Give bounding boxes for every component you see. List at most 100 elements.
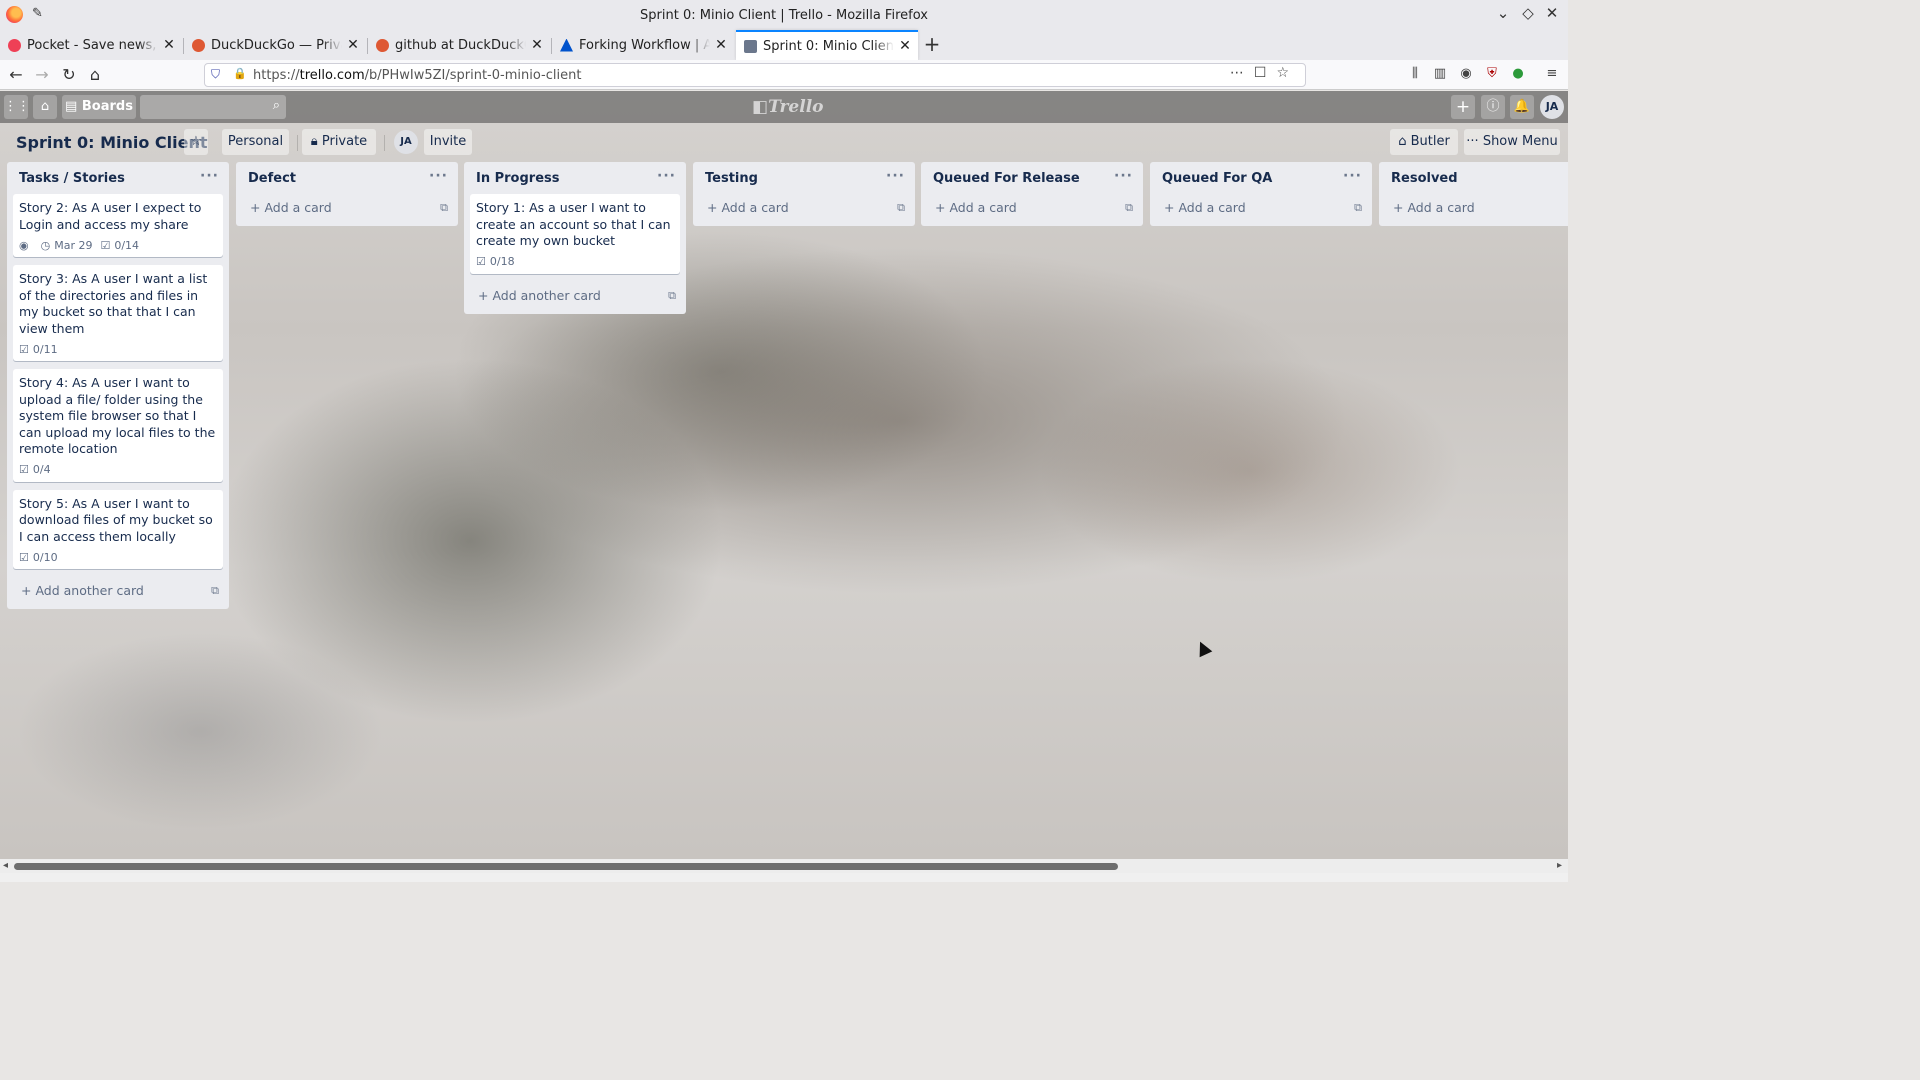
list-menu-icon[interactable]: ···: [200, 168, 219, 184]
list-title[interactable]: In Progress: [476, 171, 560, 186]
maximize-icon[interactable]: ◇: [1517, 4, 1539, 22]
board-horizontal-scrollbar[interactable]: ◂ ▸: [0, 859, 1568, 873]
card[interactable]: Story 5: As A user I want to download fi…: [13, 489, 223, 569]
checklist-icon: ☑: [19, 463, 29, 476]
show-menu-button[interactable]: ··· Show Menu: [1464, 129, 1560, 155]
card[interactable]: Story 2: As A user I expect to Login and…: [13, 194, 223, 257]
list-title[interactable]: Queued For Release: [933, 171, 1080, 186]
list-title[interactable]: Resolved: [1391, 171, 1458, 186]
card[interactable]: Story 4: As A user I want to upload a fi…: [13, 369, 223, 482]
list-header[interactable]: Testing ···: [693, 162, 915, 194]
address-bar[interactable]: ⛉ 🔒 https://trello.com/b/PHwIw5ZI/sprint…: [204, 63, 1306, 87]
close-tab-icon[interactable]: ✕: [898, 38, 912, 54]
tab-pocket[interactable]: Pocket - Save news, videos ✕: [0, 30, 182, 60]
privacy-button[interactable]: 🔒︎ Private: [302, 129, 376, 155]
add-card-button[interactable]: + Add a card: [1383, 194, 1568, 224]
info-icon[interactable]: ⓘ: [1481, 95, 1505, 119]
list-header[interactable]: Queued For Release ···: [921, 162, 1143, 194]
add-card-button[interactable]: + Add a card ⧉: [1154, 194, 1368, 224]
card[interactable]: Story 1: As a user I want to create an a…: [470, 194, 680, 274]
notifications-bell-icon[interactable]: 🔔: [1510, 95, 1534, 119]
star-board-icon[interactable]: ☆: [184, 129, 208, 155]
forward-icon[interactable]: →: [31, 64, 53, 86]
trello-header: ⋮⋮ ⌂ ▤ Boards ⌕ ◧Trello + ⓘ 🔔 JA: [0, 91, 1568, 123]
tab-label: DuckDuckGo — Privacy: [211, 37, 342, 53]
team-visibility-button[interactable]: Personal: [222, 129, 289, 155]
list-header[interactable]: Defect ···: [236, 162, 458, 194]
card[interactable]: Story 3: As A user I want a list of the …: [13, 265, 223, 361]
tab-sprint-board[interactable]: Sprint 0: Minio Client ✕: [736, 30, 918, 60]
list-menu-icon[interactable]: ···: [886, 168, 905, 184]
add-card-button[interactable]: + Add a card ⧉: [697, 194, 911, 224]
add-card-button[interactable]: + Add another card ⧉: [468, 282, 682, 312]
minimize-icon[interactable]: ⌄: [1492, 4, 1514, 22]
window-titlebar: ✎ Sprint 0: Minio Client | Trello - Mozi…: [0, 0, 1568, 30]
add-card-button[interactable]: + Add another card ⧉: [11, 577, 225, 607]
home-icon[interactable]: ⌂: [84, 64, 106, 86]
card-template-icon[interactable]: ⧉: [440, 201, 448, 215]
checklist-badge: ☑ 0/14: [100, 239, 139, 252]
extension-icon[interactable]: ●: [1509, 66, 1527, 81]
close-tab-icon[interactable]: ✕: [530, 37, 544, 53]
list-header[interactable]: Resolved: [1379, 162, 1568, 194]
card-template-icon[interactable]: ⧉: [668, 289, 676, 303]
reload-icon[interactable]: ↻: [58, 64, 80, 86]
list-title[interactable]: Queued For QA: [1162, 171, 1272, 186]
checklist-count: 0/14: [114, 238, 140, 252]
card-template-icon[interactable]: ⧉: [897, 201, 905, 215]
list-menu-icon[interactable]: ···: [429, 168, 448, 184]
tab-duckduckgo[interactable]: DuckDuckGo — Privacy ✕: [184, 30, 366, 60]
add-card-button[interactable]: + Add a card ⧉: [925, 194, 1139, 224]
list-header[interactable]: Queued For QA ···: [1150, 162, 1372, 194]
trello-logo[interactable]: ◧Trello: [752, 97, 824, 117]
card-title: Story 2: As A user I expect to Login and…: [19, 200, 202, 232]
menu-icon[interactable]: ≡: [1543, 66, 1561, 81]
invite-button[interactable]: Invite: [424, 129, 472, 155]
atlassian-favicon-icon: [560, 38, 573, 52]
account-icon[interactable]: ◉: [1457, 66, 1475, 81]
list-header[interactable]: Tasks / Stories ···: [7, 162, 229, 194]
list-title[interactable]: Testing: [705, 171, 758, 186]
board-title[interactable]: Sprint 0: Minio Client: [16, 133, 208, 152]
create-icon[interactable]: +: [1451, 95, 1475, 119]
close-window-icon[interactable]: ✕: [1541, 4, 1563, 22]
add-card-label: Add a card: [949, 200, 1017, 215]
close-tab-icon[interactable]: ✕: [346, 37, 360, 53]
plus-icon: +: [935, 200, 950, 215]
tab-github-search[interactable]: github at DuckDuckGo ✕: [368, 30, 550, 60]
list-menu-icon[interactable]: ···: [1114, 168, 1133, 184]
boards-button[interactable]: ▤ Boards: [62, 95, 136, 119]
list-header[interactable]: In Progress ···: [464, 162, 686, 194]
scroll-right-icon[interactable]: ▸: [1557, 859, 1562, 873]
tab-forking-workflow[interactable]: Forking Workflow | Atlassian ✕: [552, 30, 734, 60]
user-avatar[interactable]: JA: [1540, 95, 1564, 119]
card-title: Story 3: As A user I want a list of the …: [19, 271, 208, 336]
list-title[interactable]: Tasks / Stories: [19, 171, 125, 186]
tracking-shield-icon[interactable]: ⛉: [211, 67, 220, 82]
list-title[interactable]: Defect: [248, 171, 296, 186]
close-tab-icon[interactable]: ✕: [714, 37, 728, 53]
card-template-icon[interactable]: ⧉: [1125, 201, 1133, 215]
home-button-icon[interactable]: ⌂: [33, 95, 57, 119]
sidebar-icon[interactable]: ▥: [1431, 66, 1449, 81]
library-icon[interactable]: ⫼: [1406, 66, 1424, 81]
card-template-icon[interactable]: ⧉: [1354, 201, 1362, 215]
card-badges: ☑ 0/18: [476, 254, 674, 270]
scroll-left-icon[interactable]: ◂: [3, 859, 8, 873]
add-card-button[interactable]: + Add a card ⧉: [240, 194, 454, 224]
ublock-icon[interactable]: ⛨: [1483, 66, 1501, 81]
new-tab-icon[interactable]: +: [922, 32, 942, 56]
list-menu-icon[interactable]: ···: [1343, 168, 1362, 184]
list-menu-icon[interactable]: ···: [657, 168, 676, 184]
lock-icon[interactable]: 🔒: [233, 67, 247, 80]
close-tab-icon[interactable]: ✕: [162, 37, 176, 53]
member-avatar[interactable]: JA: [394, 130, 418, 154]
back-icon[interactable]: ←: [5, 64, 27, 86]
card-template-icon[interactable]: ⧉: [211, 584, 219, 598]
apps-grid-icon[interactable]: ⋮⋮: [4, 95, 30, 119]
list-testing: Testing ··· + Add a card ⧉: [693, 162, 915, 226]
page-actions[interactable]: ⋯☐☆: [1230, 65, 1299, 81]
scrollbar-thumb[interactable]: [14, 863, 1118, 870]
butler-button[interactable]: ⌂ Butler: [1390, 129, 1458, 155]
search-input[interactable]: ⌕: [140, 95, 286, 119]
